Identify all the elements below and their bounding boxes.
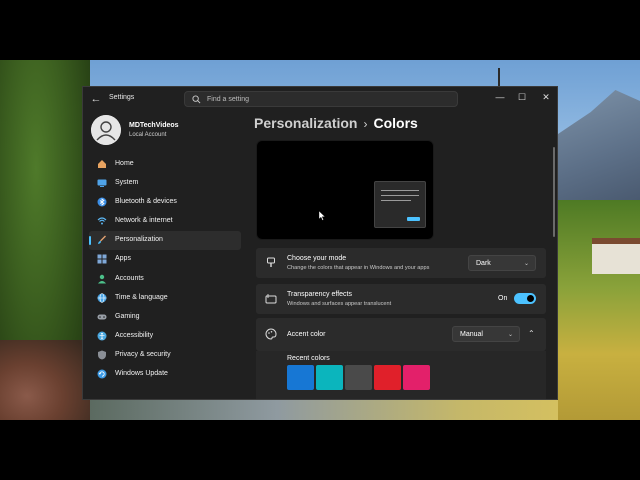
chevron-down-icon: ⌄	[523, 261, 529, 267]
app-title: Settings	[109, 94, 135, 101]
transparency-title: Transparency effects	[287, 291, 352, 298]
search-placeholder: Find a setting	[207, 96, 250, 103]
globe-icon	[97, 292, 107, 303]
wallpaper-stream	[90, 398, 558, 420]
transparency-state-label: On	[498, 295, 508, 302]
sidebar-item-system[interactable]: System	[89, 174, 241, 193]
chevron-down-icon: ⌄	[507, 332, 513, 338]
transparency-setting-card: Transparency effects Windows and surface…	[256, 284, 546, 314]
accent-dropdown[interactable]: Manual ⌄	[452, 326, 520, 342]
mode-dropdown[interactable]: Dark ⌄	[468, 255, 536, 271]
sidebar-item-label: Accounts	[115, 274, 144, 282]
mode-dropdown-value: Dark	[476, 260, 491, 267]
profile-account-type: Local Account	[129, 132, 167, 138]
sidebar-item-privacy-security[interactable]: Privacy & security	[89, 346, 241, 365]
wallpaper-rocks	[0, 340, 90, 420]
letterbox-bottom	[0, 420, 640, 480]
recent-colors-list	[287, 365, 430, 390]
wallpaper-hill	[558, 200, 640, 420]
breadcrumb: Personalization › Colors	[254, 115, 418, 131]
accent-color-panel: Recent colors	[256, 351, 546, 399]
preview-window	[374, 181, 426, 228]
mode-description: Change the colors that appear in Windows…	[287, 265, 430, 271]
sidebar-item-label: Home	[115, 160, 134, 167]
preview-line	[381, 200, 411, 201]
wifi-icon	[97, 217, 107, 225]
sidebar-item-label: Time & language	[115, 293, 168, 301]
minimize-button[interactable]: —	[493, 91, 507, 103]
sidebar-item-personalization[interactable]: Personalization	[89, 231, 241, 251]
system-icon	[97, 179, 107, 188]
breadcrumb-separator: ›	[363, 117, 368, 131]
sidebar-item-label: Gaming	[115, 312, 140, 320]
sidebar-item-label: Privacy & security	[115, 350, 171, 358]
user-avatar-icon	[91, 115, 121, 145]
mode-setting-card: Choose your mode Change the colors that …	[256, 248, 546, 278]
close-button[interactable]: ✕	[539, 91, 553, 103]
sidebar-item-accounts[interactable]: Accounts	[89, 270, 241, 289]
sidebar-item-label: Accessibility	[115, 331, 154, 339]
color-swatch[interactable]	[374, 365, 401, 390]
page-title: Colors	[373, 115, 418, 131]
color-swatch[interactable]	[287, 365, 314, 390]
brush-mode-icon	[267, 257, 275, 267]
home-icon	[98, 160, 106, 168]
sidebar-item-bluetooth[interactable]: Bluetooth & devices	[89, 193, 241, 212]
sidebar-item-label: Personalization	[115, 236, 163, 244]
scrollbar[interactable]	[553, 147, 555, 237]
accounts-icon	[98, 274, 106, 284]
brush-icon	[98, 235, 106, 245]
wallpaper-house	[592, 238, 640, 274]
transparency-toggle[interactable]	[514, 293, 536, 304]
gaming-icon	[97, 314, 107, 320]
sidebar-nav: Home System Bluetooth & devices Network …	[89, 155, 241, 384]
update-icon	[97, 369, 107, 379]
preview-line	[381, 190, 419, 191]
theme-preview	[256, 140, 434, 240]
chevron-up-icon[interactable]: ⌃	[528, 329, 535, 338]
preview-button	[407, 217, 420, 221]
accent-dropdown-value: Manual	[460, 331, 483, 338]
search-input[interactable]: Find a setting	[184, 91, 458, 107]
sidebar-item-gaming[interactable]: Gaming	[89, 308, 241, 327]
palette-icon	[265, 328, 277, 340]
avatar[interactable]	[91, 115, 121, 145]
sidebar-item-time-language[interactable]: Time & language	[89, 289, 241, 308]
mouse-cursor-icon	[319, 211, 326, 221]
preview-line	[381, 195, 419, 196]
sidebar-item-label: Bluetooth & devices	[115, 198, 177, 206]
accessibility-icon	[97, 331, 107, 341]
sidebar-item-label: Apps	[115, 255, 131, 263]
title-bar: ← Settings Find a setting — ☐ ✕	[83, 87, 557, 111]
bluetooth-icon	[97, 197, 107, 207]
sidebar-item-home[interactable]: Home	[89, 155, 241, 174]
accent-color-card[interactable]: Accent color Manual ⌄ ⌃	[256, 318, 546, 351]
sidebar-item-label: Windows Update	[115, 370, 168, 378]
maximize-button[interactable]: ☐	[515, 91, 529, 103]
mode-title: Choose your mode	[287, 255, 347, 262]
letterbox-top	[0, 0, 640, 60]
wallpaper-mountain	[558, 90, 640, 200]
back-arrow-icon[interactable]: ←	[89, 92, 103, 106]
recent-colors-label: Recent colors	[287, 355, 330, 362]
sidebar-item-windows-update[interactable]: Windows Update	[89, 365, 241, 384]
shield-icon	[98, 350, 106, 360]
color-swatch[interactable]	[345, 365, 372, 390]
transparency-description: Windows and surfaces appear translucent	[287, 301, 392, 307]
apps-icon	[97, 254, 107, 264]
toggle-knob	[527, 295, 534, 302]
settings-window: ← Settings Find a setting — ☐ ✕ MDTechVi…	[82, 86, 558, 400]
sidebar-item-label: Network & internet	[115, 217, 173, 225]
sidebar-item-label: System	[115, 179, 139, 187]
sidebar-item-apps[interactable]: Apps	[89, 250, 241, 269]
color-swatch[interactable]	[403, 365, 430, 390]
search-icon	[192, 95, 201, 104]
color-swatch[interactable]	[316, 365, 343, 390]
sidebar-item-network[interactable]: Network & internet	[89, 212, 241, 231]
profile-name: MDTechVideos	[129, 122, 179, 129]
accent-title: Accent color	[287, 331, 326, 338]
transparency-icon	[265, 294, 277, 304]
breadcrumb-parent[interactable]: Personalization	[254, 115, 357, 131]
sidebar-item-accessibility[interactable]: Accessibility	[89, 327, 241, 346]
